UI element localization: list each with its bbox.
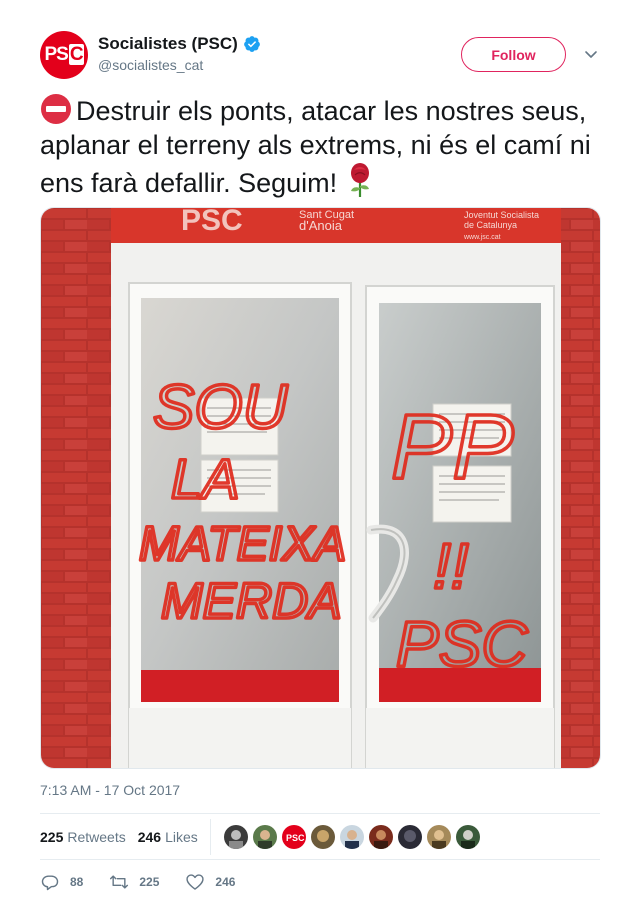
liker-avatar[interactable] (426, 825, 451, 849)
svg-text:Joventut Socialista: Joventut Socialista (464, 210, 539, 220)
svg-text:!!: !! (433, 530, 469, 602)
display-name-text: Socialistes (PSC) (98, 34, 238, 53)
no-entry-icon (41, 94, 71, 124)
avatar-logo: PS C (44, 44, 84, 65)
liker-avatar[interactable] (223, 825, 248, 849)
svg-text:PP: PP (391, 396, 514, 498)
liker-avatar[interactable] (252, 825, 277, 849)
tweet-text: Destruir els ponts, atacar les nostres s… (40, 93, 600, 200)
liker-avatar[interactable] (455, 825, 480, 849)
reply-button[interactable]: 88 (40, 872, 83, 892)
retweet-icon (110, 875, 129, 889)
liker-avatar[interactable] (310, 825, 335, 849)
divider (40, 859, 600, 860)
author-names: Socialistes (PSC) @socialistes_cat (98, 33, 261, 73)
stats-separator (209, 819, 211, 855)
follow-button[interactable]: Follow (461, 37, 566, 72)
svg-text:de Catalunya: de Catalunya (464, 220, 517, 230)
svg-text:PSC: PSC (181, 208, 243, 237)
svg-text:d'Anoia: d'Anoia (299, 218, 343, 233)
retweet-count: 225 (139, 875, 160, 889)
author-display-name[interactable]: Socialistes (PSC) (98, 33, 261, 55)
reply-icon (41, 875, 59, 891)
liker-avatar[interactable] (397, 825, 422, 849)
tweet-actions: 88 225 246 (40, 870, 261, 894)
svg-text:LA: LA (171, 447, 240, 510)
tweet-photo[interactable]: PSC Sant Cugat d'Anoia Joventut Socialis… (40, 207, 601, 769)
liker-avatars: PSC (223, 825, 480, 849)
tweet-body: Destruir els ponts, atacar les nostres s… (40, 96, 591, 198)
liker-avatar[interactable] (368, 825, 393, 849)
reply-count: 88 (70, 875, 84, 889)
retweet-button[interactable]: 225 (109, 872, 159, 892)
tweet-timestamp[interactable]: 7:13 AM - 17 Oct 2017 (40, 782, 180, 798)
like-count: 246 (215, 875, 236, 889)
heart-icon (186, 874, 205, 890)
chevron-down-icon[interactable] (583, 46, 599, 62)
svg-text:SOU: SOU (153, 373, 289, 442)
liker-avatar[interactable]: PSC (281, 825, 306, 849)
svg-text:MERDA: MERDA (161, 573, 342, 629)
tweet-header: PS C Socialistes (PSC) @socialistes_cat F… (40, 31, 600, 81)
tweet-stats: 225 Retweets 246 Likes PSC (40, 815, 600, 859)
likes-stat[interactable]: 246 Likes (138, 829, 198, 845)
like-button[interactable]: 246 (185, 872, 235, 892)
author-handle[interactable]: @socialistes_cat (98, 57, 261, 73)
svg-text:PSC: PSC (286, 833, 305, 843)
svg-text:www.jsc.cat: www.jsc.cat (463, 234, 501, 241)
svg-text:MATEIXA: MATEIXA (139, 518, 346, 571)
rose-icon (351, 163, 370, 197)
liker-avatar[interactable] (339, 825, 364, 849)
graffiti-door-image: PSC Sant Cugat d'Anoia Joventut Socialis… (41, 208, 600, 768)
retweets-stat[interactable]: 225 Retweets (40, 829, 126, 845)
svg-text:PSC: PSC (396, 608, 528, 680)
verified-badge-icon (243, 36, 260, 52)
divider (40, 813, 600, 814)
avatar[interactable]: PS C (40, 31, 88, 79)
